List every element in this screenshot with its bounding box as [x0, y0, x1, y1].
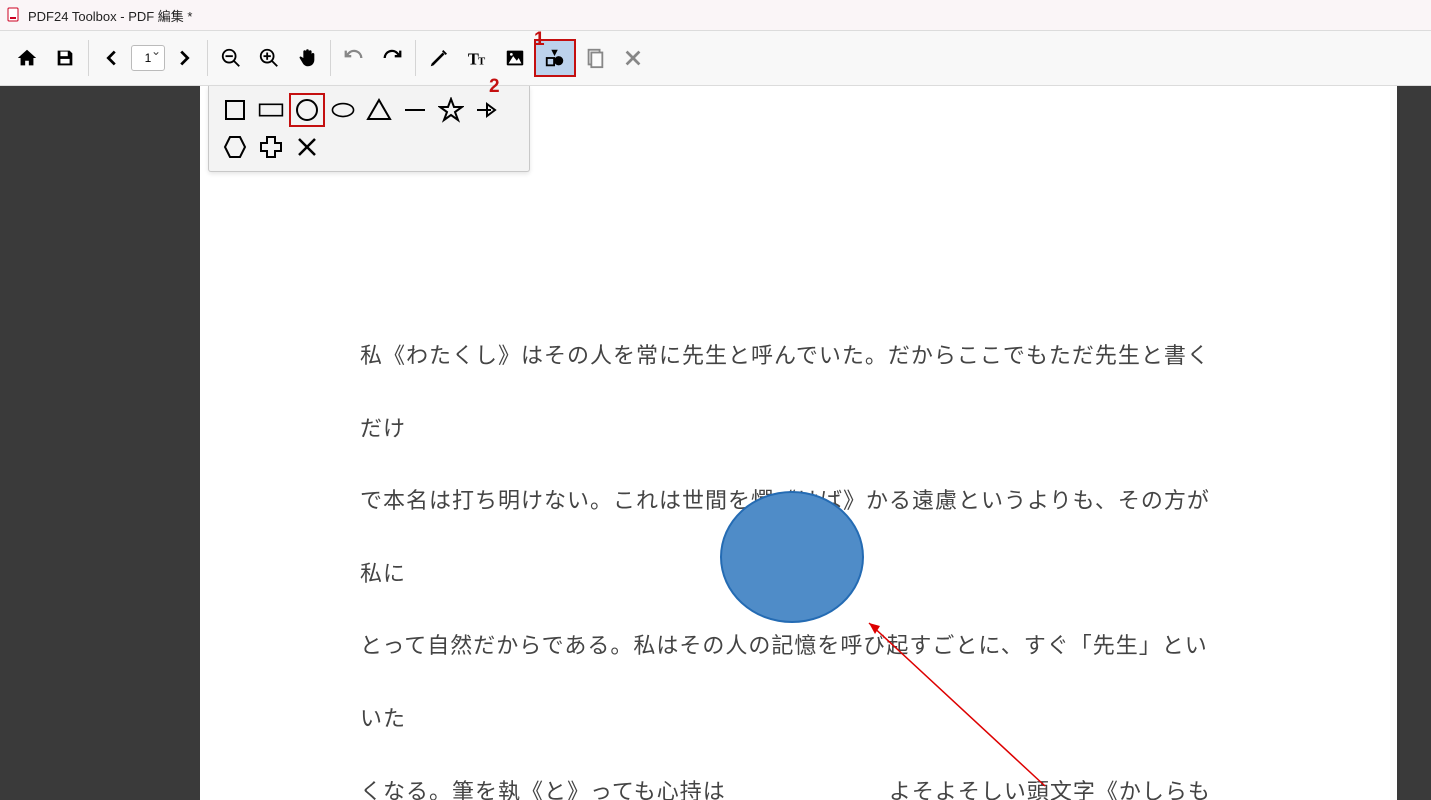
- window-title: PDF24 Toolbox - PDF 編集 *: [28, 6, 192, 25]
- shape-line-button[interactable]: [397, 93, 433, 127]
- zoom-in-button[interactable]: [250, 41, 288, 75]
- pen-tool-button[interactable]: [420, 41, 458, 75]
- annotation-number-2: 2: [489, 76, 500, 98]
- shape-cross-button[interactable]: [253, 130, 289, 164]
- separator: [415, 40, 416, 76]
- shapes-dropdown-panel: [208, 86, 530, 172]
- text-line: くなる。筆を執《と》っても心持は よそよそしい頭文字《かしらもじ》: [360, 756, 1220, 800]
- annotation-number-1: 1: [534, 29, 545, 51]
- shape-circle-button[interactable]: [289, 93, 325, 127]
- shape-arrow-button[interactable]: [469, 93, 505, 127]
- page-ops-button[interactable]: [576, 41, 614, 75]
- separator: [330, 40, 331, 76]
- inserted-circle-shape[interactable]: [720, 491, 864, 623]
- main-toolbar: 1 TT: [0, 31, 1431, 86]
- page-number-select[interactable]: 1: [131, 45, 165, 71]
- title-bar: PDF24 Toolbox - PDF 編集 *: [0, 0, 1431, 31]
- shape-star-button[interactable]: [433, 93, 469, 127]
- text-tool-button[interactable]: TT: [458, 41, 496, 75]
- image-tool-button[interactable]: [496, 41, 534, 75]
- zoom-out-button[interactable]: [212, 41, 250, 75]
- page-number-value: 1: [145, 51, 152, 65]
- hand-pan-button[interactable]: [288, 41, 326, 75]
- undo-button[interactable]: [335, 41, 373, 75]
- next-page-button[interactable]: [165, 41, 203, 75]
- text-line: 私《わたくし》はその人を常に先生と呼んでいた。だからここでもただ先生と書くだけ: [360, 320, 1220, 465]
- page-canvas[interactable]: 私《わたくし》はその人を常に先生と呼んでいた。だからここでもただ先生と書くだけ …: [200, 86, 1397, 800]
- save-button[interactable]: [46, 41, 84, 75]
- svg-text:T: T: [478, 55, 486, 67]
- redo-button[interactable]: [373, 41, 411, 75]
- shape-rectangle-button[interactable]: [253, 93, 289, 127]
- shape-hexagon-button[interactable]: [217, 130, 253, 164]
- shape-square-button[interactable]: [217, 93, 253, 127]
- editor-workarea: 私《わたくし》はその人を常に先生と呼んでいた。だからここでもただ先生と書くだけ …: [0, 86, 1431, 800]
- previous-page-button[interactable]: [93, 41, 131, 75]
- text-line: とって自然だからである。私はその人の記憶を呼び起すごとに、すぐ「先生」といいた: [360, 610, 1220, 755]
- shape-ellipse-button[interactable]: [325, 93, 361, 127]
- shape-triangle-button[interactable]: [361, 93, 397, 127]
- close-tool-button[interactable]: [614, 41, 652, 75]
- separator: [207, 40, 208, 76]
- shape-x-button[interactable]: [289, 130, 325, 164]
- app-icon: [6, 7, 22, 23]
- home-button[interactable]: [8, 41, 46, 75]
- separator: [88, 40, 89, 76]
